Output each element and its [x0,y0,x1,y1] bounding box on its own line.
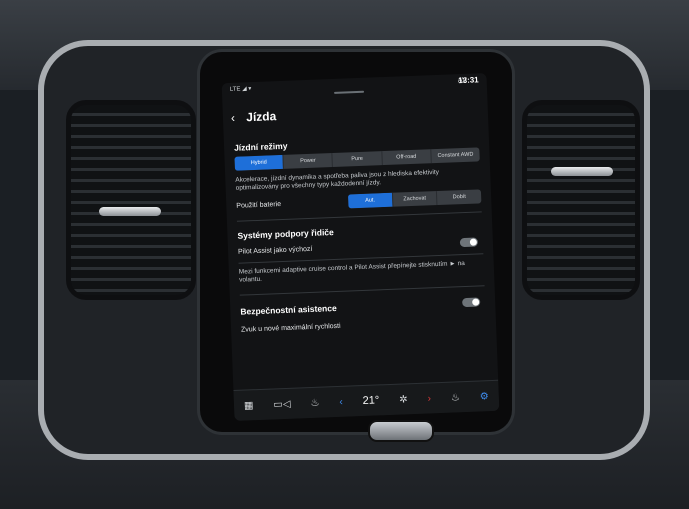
battery-usage-selector: Aut. Zachovat Dobít [347,189,482,209]
speed-sound-toggle[interactable] [462,297,481,308]
page-title: Jízda [246,109,277,125]
mode-off-road[interactable]: Off-road [380,149,431,166]
page-header: ‹ Jízda [231,109,277,125]
driver-support-title: Systémy podpory řidiče [237,227,334,241]
mode-hybrid[interactable]: Hybrid [234,154,284,171]
divider [239,285,485,296]
vent-knob [99,207,161,216]
pilot-assist-toggle[interactable] [459,237,479,248]
driving-mode-description: Akcelerace, jízdní dynamika a spotřeba p… [235,168,440,192]
right-air-vent [522,100,640,300]
safety-assist-title: Bezpečnostní asistence [240,302,337,317]
driving-modes-title: Jízdní režimy [233,140,288,153]
chevron-left-icon[interactable]: ‹ [231,110,244,125]
grid-icon[interactable]: ▦ [244,400,254,411]
toggle-knob [469,238,478,246]
seat-icon[interactable]: ♨ [310,397,319,408]
seat-heat-icon[interactable]: ♨ [451,392,460,403]
vent-knob [551,167,613,176]
pilot-assist-label: Pilot Assist jako výchozí [237,245,313,256]
left-air-vent [66,100,196,300]
signal-status: LTE ◢ ▾ [229,86,252,93]
home-button[interactable] [368,420,434,442]
battery-charge[interactable]: Dobít [436,189,482,206]
gear-icon[interactable]: ⚙ [480,391,489,402]
mode-power[interactable]: Power [282,153,333,169]
fan-icon[interactable]: ✲ [399,394,408,405]
drag-handle[interactable] [334,90,365,94]
mode-constant-awd[interactable]: Constant AWD [430,147,480,164]
infotainment-screen: LTE ◢ ▾ AV 13:31 ‹ Jízda Jízdní režimy H… [221,73,500,421]
clock: 13:31 [458,75,479,86]
chevron-right-icon[interactable]: › [427,393,431,404]
speed-sound-label: Zvuk u nové maximální rychlosti [240,322,341,334]
temperature-value[interactable]: 21° [362,394,379,407]
mode-pure[interactable]: Pure [331,151,382,168]
chevron-left-icon[interactable]: ‹ [339,396,343,407]
toggle-knob [472,298,480,306]
pilot-assist-description: Mezi funkcemi adaptive cruise control a … [238,260,465,284]
divider [236,211,482,222]
battery-auto[interactable]: Aut. [347,192,393,209]
battery-hold[interactable]: Zachovat [391,191,437,207]
battery-usage-label: Použití baterie [236,201,282,210]
camera-icon[interactable]: ▭◁ [273,398,291,410]
